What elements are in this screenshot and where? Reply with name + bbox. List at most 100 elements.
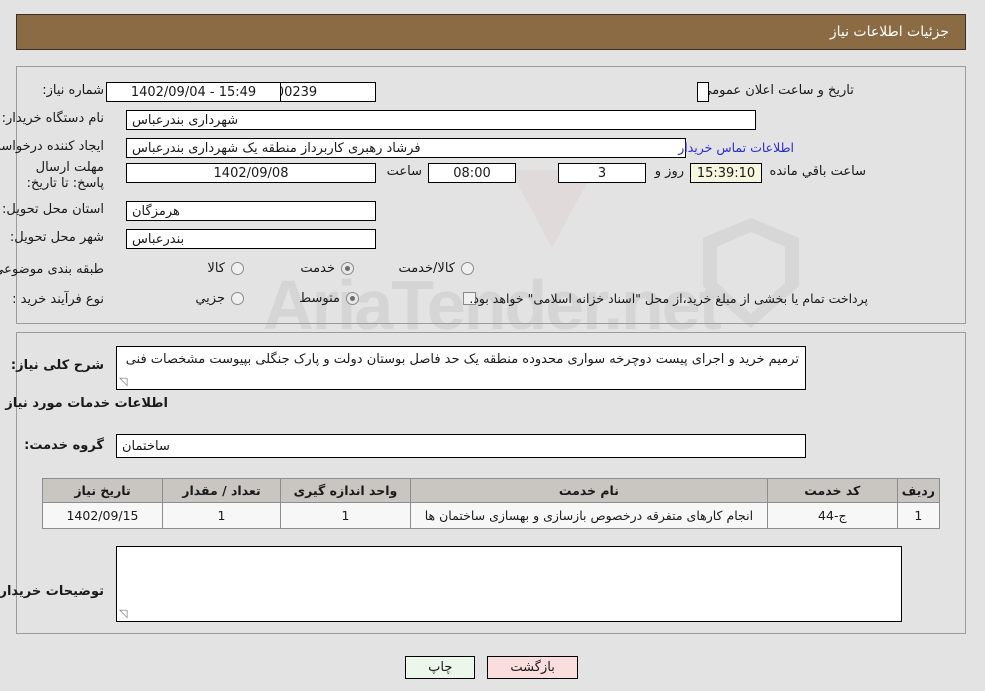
radio-option-motevaset[interactable]: متوسط bbox=[300, 291, 360, 306]
radio-icon-kala-khedmat[interactable] bbox=[462, 262, 475, 275]
resize-grip-icon-notes[interactable]: ◸ bbox=[120, 607, 132, 620]
public-announce-row: تاریخ و ساعت اعلان عمومی: bbox=[690, 82, 855, 100]
requester-field-row: فرشاد رهبری کاربرداز منطقه یک شهرداری بن… bbox=[127, 138, 687, 158]
col-name: نام خدمت bbox=[411, 478, 769, 503]
cell-row: 1 bbox=[897, 502, 942, 529]
deadline-hour-row: 08:00 bbox=[429, 163, 517, 183]
delivery-city-label: شهر محل تحویل: bbox=[10, 230, 105, 245]
deadline-hour-label-row: ساعت bbox=[388, 163, 423, 181]
deadline-label: مهلت ارسال پاسخ: تا تاریخ: bbox=[27, 160, 105, 192]
radio-icon-motevaset[interactable] bbox=[347, 292, 360, 305]
process-type-option-1[interactable]: متوسط bbox=[300, 291, 360, 306]
col-row: ردیف bbox=[897, 478, 942, 503]
service-group-label-row: گروه خدمت: bbox=[25, 437, 105, 455]
need-info-panel bbox=[17, 66, 967, 324]
delivery-city-value[interactable]: بندرعباس bbox=[127, 229, 377, 249]
radio-option-kala-khedmat[interactable]: کالا/خدمت bbox=[399, 261, 475, 276]
subject-class-option-0[interactable]: کالا bbox=[208, 261, 245, 276]
radio-option-khedmat[interactable]: خدمت bbox=[301, 261, 355, 276]
radio-option-kala[interactable]: کالا bbox=[208, 261, 245, 276]
subject-class-option-1[interactable]: خدمت bbox=[301, 261, 355, 276]
deadline-countdown-value: 15:39:10 bbox=[691, 163, 763, 183]
print-button[interactable]: چاپ bbox=[406, 656, 477, 679]
radio-icon-kala[interactable] bbox=[232, 262, 245, 275]
radio-option-jozii[interactable]: جزیي bbox=[196, 291, 245, 306]
buyer-contact-link-row: اطلاعات تماس خریدار bbox=[679, 140, 795, 155]
service-group-label: گروه خدمت: bbox=[25, 438, 105, 453]
radio-icon-jozii[interactable] bbox=[232, 292, 245, 305]
delivery-city-label-row: شهر محل تحویل: bbox=[11, 229, 105, 247]
buyer-notes-label: توضیحات خریدار; bbox=[0, 584, 105, 599]
need-number-label: شماره نیاز: bbox=[43, 83, 105, 98]
resize-grip-icon[interactable]: ◸ bbox=[120, 375, 132, 388]
general-desc-value: ترمیم خرید و اجرای پیست دوچرخه سواری محد… bbox=[126, 352, 800, 367]
radio-label-kala: کالا bbox=[208, 261, 226, 276]
deadline-days-value[interactable]: 3 bbox=[559, 163, 647, 183]
cell-quantity: 1 bbox=[163, 502, 282, 529]
delivery-city-field-row: بندرعباس bbox=[127, 229, 377, 249]
deadline-countdown-row: 15:39:10 bbox=[691, 163, 763, 183]
table-header-row: ردیف کد خدمت نام خدمت واحد اندازه گیری ت… bbox=[43, 478, 942, 503]
deadline-date-value[interactable]: 1402/09/08 bbox=[127, 163, 377, 183]
page-header: جزئیات اطلاعات نیاز bbox=[17, 14, 967, 50]
general-desc-textarea[interactable]: ترمیم خرید و اجرای پیست دوچرخه سواری محد… bbox=[117, 346, 807, 390]
deadline-hour-label: ساعت bbox=[387, 164, 423, 179]
deadline-days-suffix: روز و bbox=[655, 164, 685, 179]
delivery-province-label: استان محل تحویل: bbox=[3, 202, 105, 217]
deadline-date-row: 1402/09/08 bbox=[127, 163, 377, 183]
public-announce-group: 15:49 - 1402/09/04 bbox=[107, 82, 282, 102]
radio-label-kala-khedmat: کالا/خدمت bbox=[399, 261, 456, 276]
subject-class-label: طبقه بندی موضوعی: bbox=[0, 262, 105, 277]
radio-label-jozii: جزیي bbox=[196, 291, 226, 306]
need-number-label-row: شماره نیاز: bbox=[43, 82, 105, 100]
general-desc-label: شرح کلی نیاز: bbox=[11, 358, 105, 373]
deadline-hour-value[interactable]: 08:00 bbox=[429, 163, 517, 183]
col-quantity: تعداد / مقدار bbox=[163, 478, 282, 503]
buyer-notes-textarea[interactable]: ◸ bbox=[117, 546, 903, 622]
buyer-org-value[interactable]: شهرداری بندرعباس bbox=[127, 110, 757, 130]
process-type-label: نوع فرآیند خرید : bbox=[13, 292, 105, 307]
public-announce-value-row bbox=[698, 82, 710, 102]
delivery-province-field-row: هرمزگان bbox=[127, 201, 377, 221]
delivery-province-label-row: استان محل تحویل: bbox=[3, 201, 105, 219]
deadline-countdown-suffix-row: ساعت باقي مانده bbox=[771, 163, 867, 181]
radio-label-khedmat: خدمت bbox=[301, 261, 336, 276]
cell-date: 1402/09/15 bbox=[43, 502, 164, 529]
cell-code: ج-44 bbox=[767, 502, 899, 529]
service-group-value[interactable]: ساختمان bbox=[117, 434, 807, 458]
process-type-label-row: نوع فرآیند خرید : bbox=[13, 291, 105, 309]
requester-value[interactable]: فرشاد رهبری کاربرداز منطقه یک شهرداری بن… bbox=[127, 138, 687, 158]
treasury-note-text: پرداخت تمام یا بخشی از مبلغ خرید،از محل … bbox=[470, 291, 869, 306]
public-announce-value[interactable]: 15:49 - 1402/09/04 bbox=[107, 82, 282, 102]
back-button[interactable]: بازگشت bbox=[488, 656, 579, 679]
process-type-option-0[interactable]: جزیي bbox=[196, 291, 245, 306]
deadline-days-row: 3 bbox=[559, 163, 647, 183]
page-title: جزئیات اطلاعات نیاز bbox=[830, 24, 950, 40]
subject-class-label-row: طبقه بندی موضوعی: bbox=[0, 261, 105, 279]
col-date: تاریخ نیاز bbox=[43, 478, 164, 503]
services-section-heading: اطلاعات خدمات مورد نیاز bbox=[6, 396, 169, 411]
delivery-province-value[interactable]: هرمزگان bbox=[127, 201, 377, 221]
col-unit: واحد اندازه گیری bbox=[281, 478, 412, 503]
cell-name: انجام کارهای متفرقه درخصوص بازسازی و بهس… bbox=[411, 502, 769, 529]
buyer-org-field-row: شهرداری بندرعباس bbox=[127, 110, 757, 130]
col-code: کد خدمت bbox=[767, 478, 899, 503]
service-group-field-row: ساختمان bbox=[117, 434, 807, 458]
radio-label-motevaset: متوسط bbox=[300, 291, 341, 306]
requester-label-row: ایجاد کننده درخواست: bbox=[0, 138, 105, 156]
general-desc-label-row: شرح کلی نیاز: bbox=[12, 357, 105, 375]
buyer-org-label-row: نام دستگاه خریدار: bbox=[3, 110, 105, 128]
radio-icon-khedmat[interactable] bbox=[342, 262, 355, 275]
buyer-notes-label-row: توضیحات خریدار; bbox=[0, 583, 105, 601]
services-table-wrapper: ردیف کد خدمت نام خدمت واحد اندازه گیری ت… bbox=[43, 478, 942, 529]
buyer-org-label: نام دستگاه خریدار: bbox=[2, 111, 105, 126]
table-row: 1 ج-44 انجام کارهای متفرقه درخصوص بازساز… bbox=[43, 502, 942, 529]
subject-class-option-2[interactable]: کالا/خدمت bbox=[399, 261, 475, 276]
deadline-days-suffix-row: روز و bbox=[656, 163, 685, 181]
services-table: ردیف کد خدمت نام خدمت واحد اندازه گیری ت… bbox=[43, 478, 942, 529]
cell-unit: 1 bbox=[281, 502, 412, 529]
buyer-contact-link[interactable]: اطلاعات تماس خریدار bbox=[679, 140, 795, 155]
deadline-countdown-suffix: ساعت باقي مانده bbox=[770, 164, 867, 179]
requester-label: ایجاد کننده درخواست: bbox=[0, 139, 105, 154]
deadline-label-row: مهلت ارسال پاسخ: تا تاریخ: bbox=[9, 160, 105, 193]
